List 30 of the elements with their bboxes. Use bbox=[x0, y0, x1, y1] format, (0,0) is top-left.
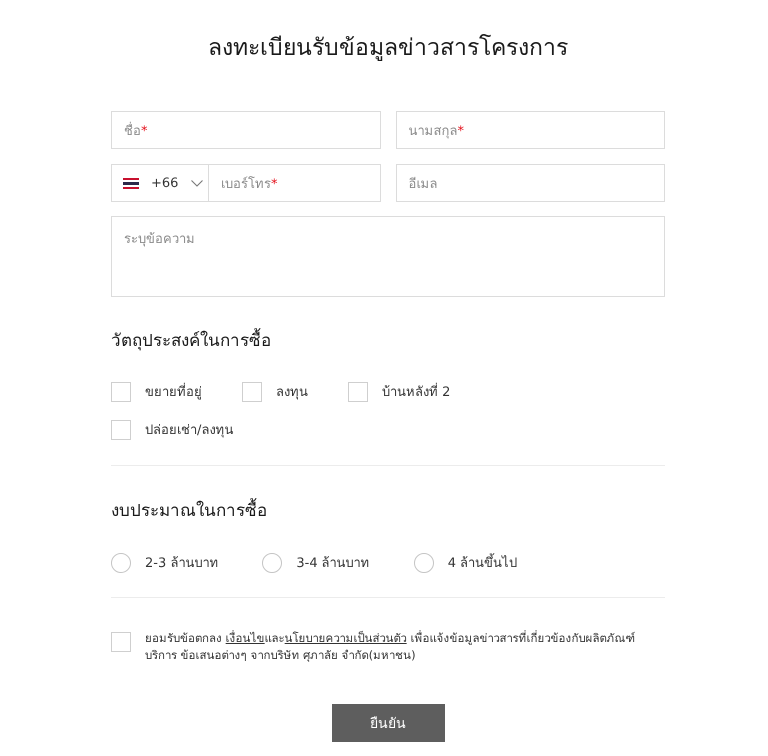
checkbox-label: ลงทุน bbox=[276, 384, 308, 402]
section-heading: วัตถุประสงค์ในการซื้อ bbox=[111, 329, 271, 353]
chevron-down-icon bbox=[191, 180, 204, 186]
country-code-select[interactable]: +66 bbox=[111, 164, 209, 202]
checkbox[interactable] bbox=[348, 382, 368, 402]
section-heading: งบประมาณในการซื้อ bbox=[111, 499, 267, 523]
message-field[interactable]: ระบุข้อความ bbox=[111, 216, 665, 297]
privacy-link[interactable]: นโยบายความเป็นส่วนตัว bbox=[284, 631, 407, 645]
form-title: ลงทะเบียนรับข้อมูลข่าวสารโครงการ bbox=[208, 33, 568, 63]
phone-number-field[interactable]: เบอร์โทร* bbox=[209, 164, 380, 202]
checkbox-label: บ้านหลังที่ 2 bbox=[382, 381, 450, 402]
checkbox-label: ขยายที่อยู่ bbox=[145, 381, 202, 402]
terms-link[interactable]: เงื่อนไข bbox=[226, 631, 265, 645]
last-name-field[interactable]: นามสกุล* bbox=[396, 111, 665, 149]
first-name-field[interactable]: ชื่อ* bbox=[111, 111, 380, 149]
submit-button[interactable]: ยืนยัน bbox=[332, 704, 444, 742]
checkbox[interactable] bbox=[111, 420, 131, 440]
checkbox[interactable] bbox=[111, 382, 131, 402]
radio-button[interactable] bbox=[414, 552, 434, 572]
email-field[interactable]: อีเมล bbox=[396, 164, 665, 202]
flag-icon bbox=[123, 178, 139, 188]
consent-checkbox[interactable] bbox=[111, 632, 131, 652]
radio-label: 3-4 ล้านบาท bbox=[296, 555, 370, 573]
radio-label: 4 ล้านขึ้นไป bbox=[448, 552, 518, 573]
radio-button[interactable] bbox=[262, 552, 282, 572]
checkbox-label: ปล่อยเช่า/ลงทุน bbox=[145, 422, 234, 440]
radio-label: 2-3 ล้านบาท bbox=[145, 555, 218, 573]
checkbox[interactable] bbox=[242, 382, 262, 402]
consent-text: ยอมรับข้อตกลง เงื่อนไขและนโยบายความเป็นส่วนตัว เพื่อแจ้งข้อมูลข่าวสารที่เกี่ยวข้องกับผลิตภัณฑ์ บริการ ข้อเสนอต่างๆ จากบริษัท ศุภาลัย จำกัด(มหาชน) bbox=[145, 630, 636, 664]
radio-button[interactable] bbox=[111, 552, 131, 572]
